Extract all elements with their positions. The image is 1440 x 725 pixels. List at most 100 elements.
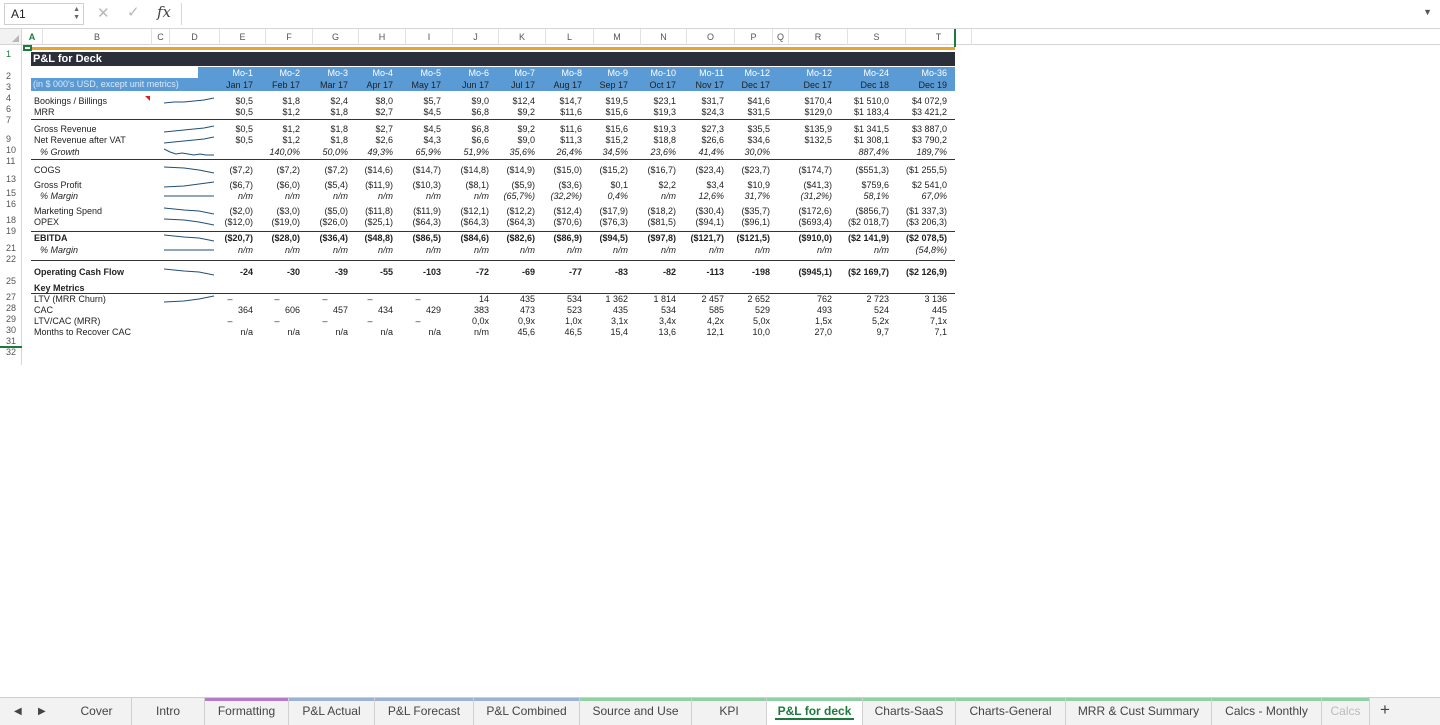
sheet-tab[interactable]: Calcs xyxy=(1322,698,1370,725)
row-label[interactable]: Marketing Spend xyxy=(34,206,102,217)
row-label[interactable]: LTV (MRR Churn) xyxy=(34,294,106,305)
cell-value[interactable]: -83 xyxy=(582,267,628,278)
sheet-tab[interactable]: Source and Use xyxy=(580,698,692,725)
row-number[interactable]: 22 xyxy=(0,254,22,265)
cell-value[interactable]: 529 xyxy=(724,305,770,316)
cell-value[interactable]: 435 xyxy=(489,294,535,305)
cell-value[interactable]: ($12,4) xyxy=(536,206,582,217)
cell-value[interactable]: ($6,0) xyxy=(254,180,300,191)
cell-value[interactable]: 445 xyxy=(901,305,947,316)
sheet-tab[interactable]: Cover xyxy=(62,698,132,725)
cell-value[interactable]: ($3,0) xyxy=(254,206,300,217)
next-sheet-icon[interactable]: ▶ xyxy=(38,706,46,717)
row-number[interactable]: 32 xyxy=(0,347,22,358)
row-label[interactable]: % Margin xyxy=(40,245,78,256)
cell-value[interactable]: 5,2x xyxy=(843,316,889,327)
cell-value[interactable]: 3 136 xyxy=(901,294,947,305)
cell-value[interactable]: $31,7 xyxy=(678,96,724,107)
cell-value[interactable]: n/m xyxy=(786,245,832,256)
cell-value[interactable]: $1,8 xyxy=(302,107,348,118)
cell-value[interactable]: $1,2 xyxy=(254,107,300,118)
cell-value[interactable]: ($76,3) xyxy=(582,217,628,228)
column-header[interactable]: T xyxy=(906,29,972,45)
cell-value[interactable]: ($11,8) xyxy=(347,206,393,217)
row-number[interactable]: 13 xyxy=(0,174,22,185)
cell-value[interactable]: ($35,7) xyxy=(724,206,770,217)
cell-value[interactable]: $14,7 xyxy=(536,96,582,107)
month-label[interactable]: Mo-2 xyxy=(254,68,300,79)
cell-value[interactable]: ($945,1) xyxy=(786,267,832,278)
cell-value[interactable]: 523 xyxy=(536,305,582,316)
cell-value[interactable]: 30,0% xyxy=(724,147,770,158)
cell-value[interactable]: – xyxy=(411,294,425,305)
date-label[interactable]: Jun 17 xyxy=(443,80,489,91)
row-number[interactable]: 2 xyxy=(0,71,22,82)
row-label[interactable]: MRR xyxy=(34,107,55,118)
cell-value[interactable]: ($94,5) xyxy=(582,233,628,244)
cell-value[interactable]: $18,8 xyxy=(630,135,676,146)
column-header[interactable]: G xyxy=(313,29,359,45)
cell-value[interactable]: ($15,0) xyxy=(536,165,582,176)
cell-value[interactable]: 34,5% xyxy=(582,147,628,158)
cell-value[interactable]: ($23,4) xyxy=(678,165,724,176)
cell-value[interactable]: 189,7% xyxy=(901,147,947,158)
cell-value[interactable]: ($15,2) xyxy=(582,165,628,176)
column-header[interactable]: B xyxy=(43,29,152,45)
cell-value[interactable]: $5,7 xyxy=(395,96,441,107)
cell-value[interactable]: ($6,7) xyxy=(207,180,253,191)
cell-value[interactable]: ($7,2) xyxy=(207,165,253,176)
cell-value[interactable]: 534 xyxy=(630,305,676,316)
cell-value[interactable]: -39 xyxy=(302,267,348,278)
cell-value[interactable]: ($17,9) xyxy=(582,206,628,217)
cell-value[interactable]: 1,5x xyxy=(786,316,832,327)
cell-value[interactable]: – xyxy=(318,294,332,305)
cell-value[interactable]: ($86,9) xyxy=(536,233,582,244)
cell-value[interactable]: $1,8 xyxy=(302,135,348,146)
row-label[interactable]: LTV/CAC (MRR) xyxy=(34,316,100,327)
cell-value[interactable]: $12,4 xyxy=(489,96,535,107)
month-label[interactable]: Mo-4 xyxy=(347,68,393,79)
cell-value[interactable]: ($7,2) xyxy=(254,165,300,176)
cell-value[interactable]: $19,5 xyxy=(582,96,628,107)
cell-value[interactable]: ($25,1) xyxy=(347,217,393,228)
cell-value[interactable]: $15,2 xyxy=(582,135,628,146)
cell-value[interactable]: ($2 141,9) xyxy=(843,233,889,244)
cell-value[interactable]: $9,0 xyxy=(443,96,489,107)
cell-value[interactable]: ($2 018,7) xyxy=(843,217,889,228)
cell-value[interactable]: n/m xyxy=(347,245,393,256)
column-header[interactable]: Q xyxy=(773,29,789,45)
cell-value[interactable]: ($1 337,3) xyxy=(901,206,947,217)
cell-value[interactable]: 364 xyxy=(207,305,253,316)
cell-value[interactable]: $0,5 xyxy=(207,135,253,146)
row-number[interactable]: 30 xyxy=(0,325,22,336)
cell-value[interactable]: (54,8%) xyxy=(901,245,947,256)
cell-value[interactable]: n/m xyxy=(254,245,300,256)
row-number[interactable]: 7 xyxy=(0,115,22,126)
month-label[interactable]: Mo-9 xyxy=(582,68,628,79)
cell-value[interactable]: 1 814 xyxy=(630,294,676,305)
column-header[interactable]: D xyxy=(170,29,220,45)
cell-value[interactable]: 31,7% xyxy=(724,191,770,202)
cell-value[interactable]: ($86,5) xyxy=(395,233,441,244)
cell-value[interactable]: $3,4 xyxy=(678,180,724,191)
cell-value[interactable] xyxy=(207,147,253,158)
cell-value[interactable]: n/m xyxy=(678,245,724,256)
cell-value[interactable]: ($64,3) xyxy=(489,217,535,228)
cell-value[interactable]: $0,1 xyxy=(582,180,628,191)
cell-value[interactable]: $0,5 xyxy=(207,124,253,135)
cell-value[interactable]: $6,8 xyxy=(443,124,489,135)
cell-value[interactable]: $23,1 xyxy=(630,96,676,107)
cell-value[interactable]: 10,0 xyxy=(724,327,770,338)
cell-value[interactable]: 7,1 xyxy=(901,327,947,338)
row-label[interactable]: Gross Profit xyxy=(34,180,82,191)
row-label[interactable]: Net Revenue after VAT xyxy=(34,135,126,146)
row-label[interactable]: Bookings / Billings xyxy=(34,96,107,107)
month-label[interactable]: Mo-12 xyxy=(724,68,770,79)
cell-value[interactable]: 58,1% xyxy=(843,191,889,202)
column-header[interactable]: N xyxy=(641,29,687,45)
cell-value[interactable]: $3 887,0 xyxy=(901,124,947,135)
sheet-tab[interactable]: KPI xyxy=(692,698,767,725)
cell-value[interactable]: 23,6% xyxy=(630,147,676,158)
cell-value[interactable]: $31,5 xyxy=(724,107,770,118)
cell-value[interactable]: n/m xyxy=(347,191,393,202)
